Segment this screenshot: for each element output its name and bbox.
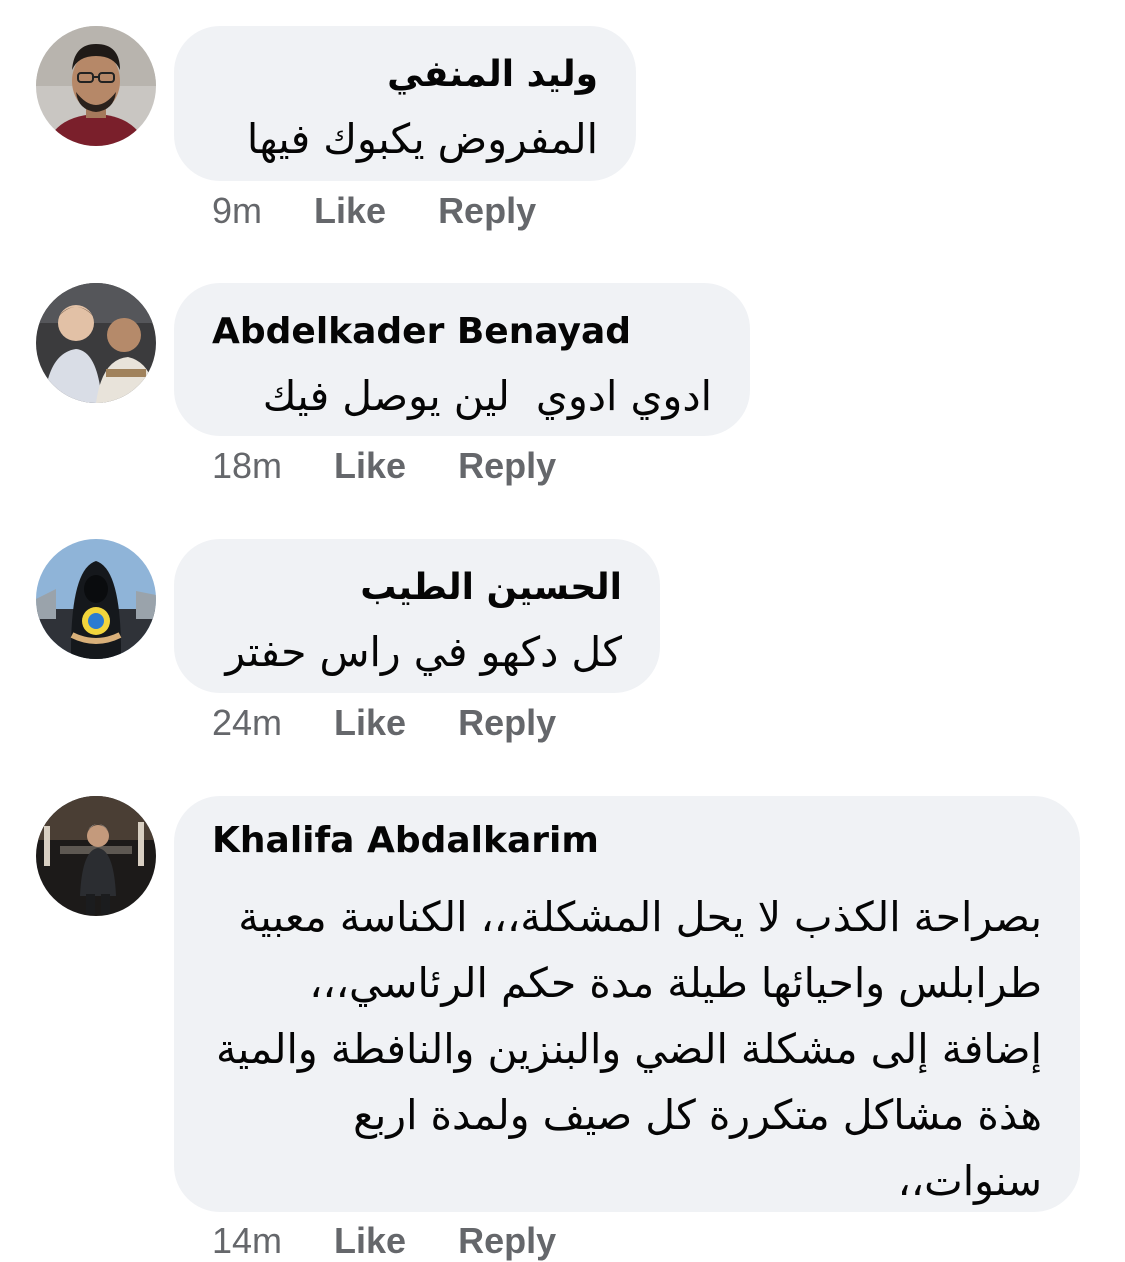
avatar[interactable] — [36, 26, 156, 146]
comment-actions: 9m Like Reply — [212, 190, 588, 232]
comment-time[interactable]: 24m — [212, 702, 282, 744]
comment-text: بصراحة الكذب لا يحل المشكلة،،، الكناسة م… — [202, 893, 1042, 1205]
reply-button[interactable]: Reply — [458, 445, 556, 487]
comment-text: ادوي ادوي لين يوصل فيك — [262, 372, 712, 420]
comment-time[interactable]: 14m — [212, 1220, 282, 1262]
comment-author[interactable]: Abdelkader Benayad — [212, 309, 712, 355]
comment-author[interactable]: الحسين الطيب — [212, 565, 622, 611]
comment-actions: 24m Like Reply — [212, 702, 608, 744]
like-button[interactable]: Like — [334, 702, 406, 744]
reply-button[interactable]: Reply — [458, 1220, 556, 1262]
comment-text: كل دكهو في راس حفتر — [225, 628, 622, 676]
reply-button[interactable]: Reply — [438, 190, 536, 232]
comment-author[interactable]: Khalifa Abdalkarim — [212, 818, 1042, 864]
avatar[interactable] — [36, 796, 156, 916]
comment-bubble: الحسين الطيب كل دكهو في راس حفتر — [174, 539, 660, 693]
comment-text: المفروض يكبوك فيها — [246, 115, 598, 163]
avatar[interactable] — [36, 539, 156, 659]
like-button[interactable]: Like — [314, 190, 386, 232]
comment-bubble: Khalifa Abdalkarim بصراحة الكذب لا يحل ا… — [174, 796, 1080, 1212]
like-button[interactable]: Like — [334, 445, 406, 487]
comment-time[interactable]: 18m — [212, 445, 282, 487]
comment-bubble: وليد المنفي المفروض يكبوك فيها — [174, 26, 636, 181]
avatar[interactable] — [36, 283, 156, 403]
comment-author[interactable]: وليد المنفي — [212, 52, 598, 98]
comment-actions: 18m Like Reply — [212, 445, 608, 487]
comment-time[interactable]: 9m — [212, 190, 262, 232]
reply-button[interactable]: Reply — [458, 702, 556, 744]
like-button[interactable]: Like — [334, 1220, 406, 1262]
comment-actions: 14m Like Reply — [212, 1220, 608, 1262]
comment-bubble: Abdelkader Benayad ادوي ادوي لين يوصل في… — [174, 283, 750, 436]
